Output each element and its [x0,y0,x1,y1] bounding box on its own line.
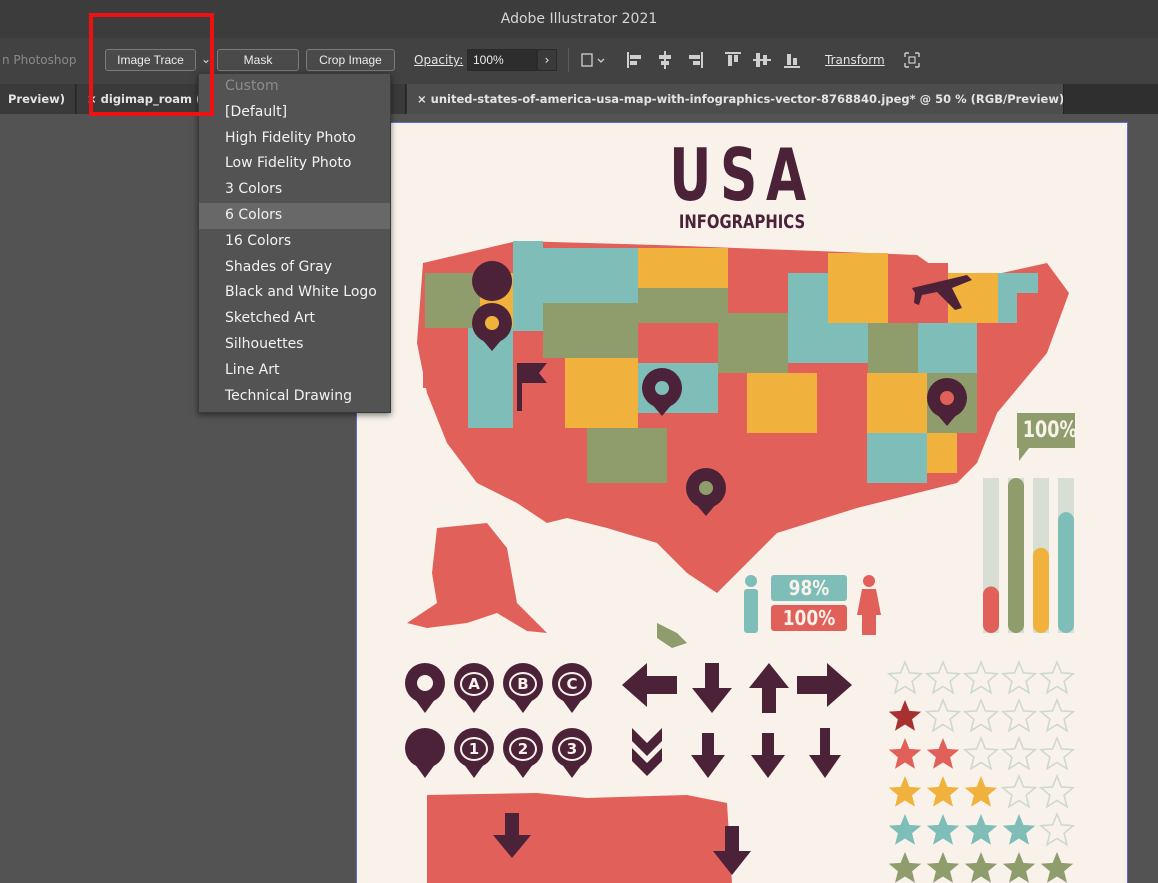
star-icon [888,738,922,769]
pin-number-2: 2 [509,737,537,761]
star-icon [926,814,960,845]
tab-preview[interactable]: Preview) [0,84,76,114]
star-icon [962,735,1000,771]
percent-badge-text: 100% [1022,418,1078,443]
opacity-label[interactable]: Opacity: [414,53,463,67]
female-stat-text: 100% [782,606,836,630]
star-icon [964,814,998,845]
pin-dot [940,391,954,405]
isolate-selected-icon[interactable] [902,50,922,70]
star-icon [964,852,998,883]
star-icon [926,776,960,807]
preset-menu-item: Custom [225,78,279,94]
pin-number-1: 1 [460,737,488,761]
align-horizontal-center-icon[interactable] [656,50,674,70]
align-top-icon[interactable] [724,50,742,70]
star-icon [1040,852,1074,883]
star-icon [888,852,922,883]
preset-menu-item[interactable]: Black and White Logo [199,280,390,306]
toolbar-divider [568,48,569,72]
star-icon [1038,659,1076,695]
star-icon [888,776,922,807]
star-icon [962,659,1000,695]
star-icon [964,776,998,807]
star-icon [1000,735,1038,771]
opacity-input[interactable]: 100% [467,49,537,71]
star-icon [1002,814,1036,845]
pin-number-3: 3 [558,737,586,761]
align-to-selection-icon[interactable] [580,50,606,70]
open-in-photoshop-button[interactable]: n Photoshop [2,53,76,67]
alaska-shape [407,523,547,633]
preset-menu-item[interactable]: Line Art [199,358,390,384]
preset-menu-item[interactable]: Technical Drawing [199,384,390,410]
male-stat-text: 98% [788,576,830,600]
progress-bar-fill [1008,478,1024,633]
star-icon [926,852,960,883]
star-icon [926,738,960,769]
star-icon [888,700,922,731]
opacity-flyout-button[interactable]: › [537,49,557,71]
align-vertical-center-icon[interactable] [752,50,772,70]
crop-image-button[interactable]: Crop Image [306,49,395,71]
pin-letter-b: B [509,672,537,696]
align-bottom-icon[interactable] [783,50,801,70]
star-icon [1002,852,1036,883]
preset-menu-item[interactable]: [Default] [199,100,390,126]
transform-button[interactable]: Transform [825,53,885,67]
pin-dot [485,316,499,330]
star-icon [924,659,962,695]
star-icon [924,697,962,733]
star-icon [888,814,922,845]
female-icon [857,575,881,635]
star-icon [1000,697,1038,733]
pin-dot [699,481,713,495]
star-icon [1038,811,1076,847]
red-highlight-box [89,13,214,116]
star-icon [1000,773,1038,809]
progress-bar-fill [983,586,999,633]
male-icon [744,575,758,633]
star-icon [1038,773,1076,809]
preset-menu-item[interactable]: 6 Colors [199,202,390,229]
preset-menu-item[interactable]: Shades of Gray [199,255,390,281]
image-trace-preset-menu: Custom [Default] High Fidelity Photo Low Fi… [198,73,391,413]
preset-menu-item[interactable]: 16 Colors [199,229,390,255]
tab-usa-infographics[interactable]: × united-states-of-america-usa-map-with-… [407,84,1064,114]
align-right-icon[interactable] [686,50,704,70]
window-title: Adobe Illustrator 2021 [500,11,658,27]
preset-menu-item[interactable]: Silhouettes [199,332,390,358]
preset-menu-item[interactable]: High Fidelity Photo [199,126,390,152]
pin-hole [417,675,433,691]
usa-map [417,241,1069,593]
pin-letter-a: A [460,672,488,696]
hawaii-shape [657,623,687,648]
preset-menu-item[interactable]: Low Fidelity Photo [199,151,390,177]
progress-bar-fill [1033,547,1049,633]
star-icon [1038,735,1076,771]
artboard[interactable]: USA INFOGRAPHICS 100% 98% 100% A B C 1 2… [356,122,1128,883]
preset-menu-item[interactable]: Sketched Art [199,306,390,332]
star-icon [886,659,924,695]
bottom-map-shape [427,793,732,883]
arrow-icons [622,663,852,778]
usa-infographic-artwork [405,241,1076,883]
progress-bar-fill [1058,512,1074,633]
star-icon [1000,659,1038,695]
progress-bars [983,478,1074,633]
mask-button[interactable]: Mask [217,49,299,71]
preset-menu-item[interactable]: 3 Colors [199,177,390,203]
pin-letter-c: C [558,672,586,696]
star-ratings [886,659,1076,883]
star-icon [962,697,1000,733]
align-left-icon[interactable] [626,50,644,70]
pin-dot [655,381,669,395]
star-icon [1038,697,1076,733]
